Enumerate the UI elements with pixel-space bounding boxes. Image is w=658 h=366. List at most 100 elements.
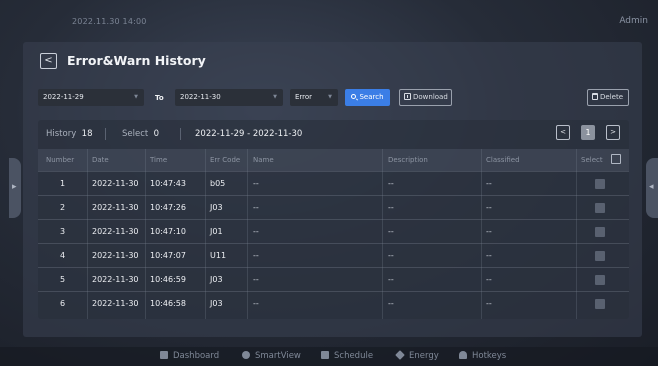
- cell-classified: --: [486, 299, 492, 308]
- next-page-button[interactable]: >: [606, 125, 620, 140]
- row-select-checkbox[interactable]: [595, 251, 605, 261]
- left-drawer-handle[interactable]: ▸: [9, 158, 21, 218]
- schedule-icon: [321, 351, 329, 359]
- col-classified: Classified: [486, 156, 520, 164]
- table-row[interactable]: 1 2022-11-30 10:47:43 b05 -- -- --: [38, 171, 629, 195]
- cell-time: 10:47:10: [150, 227, 186, 236]
- user-name[interactable]: Admin: [619, 16, 648, 26]
- table-row[interactable]: 2 2022-11-30 10:47:26 J03 -- -- --: [38, 195, 629, 219]
- to-date-select[interactable]: 2022-11-30 ▼: [175, 89, 283, 106]
- cell-date: 2022-11-30: [92, 179, 139, 188]
- cell-classified: --: [486, 227, 492, 236]
- chevron-right-icon: ▸: [12, 182, 17, 192]
- cell-classified: --: [486, 251, 492, 260]
- col-err-code: Err Code: [210, 156, 241, 164]
- cell-date: 2022-11-30: [92, 251, 139, 260]
- nav-smartview[interactable]: SmartView: [242, 351, 301, 361]
- download-icon: [404, 93, 411, 100]
- search-button-label: Search: [359, 93, 384, 101]
- table-row[interactable]: 3 2022-11-30 10:47:10 J01 -- -- --: [38, 219, 629, 243]
- cell-classified: --: [486, 275, 492, 284]
- hotkeys-icon: [459, 351, 467, 359]
- cell-description: --: [388, 203, 394, 212]
- nav-hotkeys-label: Hotkeys: [472, 351, 507, 361]
- delete-button-label: Delete: [600, 93, 623, 101]
- cell-name: --: [253, 179, 259, 188]
- col-name: Name: [253, 156, 274, 164]
- top-status-bar: 2022.11.30 14:00 Admin: [0, 0, 658, 40]
- nav-schedule-label: Schedule: [334, 351, 374, 361]
- to-label: To: [155, 94, 164, 102]
- cell-err-code: b05: [210, 179, 226, 188]
- energy-icon: [395, 350, 405, 360]
- cell-err-code: J03: [210, 275, 223, 284]
- select-all-checkbox[interactable]: [611, 154, 621, 164]
- row-select-checkbox[interactable]: [595, 203, 605, 213]
- cell-time: 10:46:59: [150, 275, 186, 284]
- date-range: 2022-11-29 - 2022-11-30: [195, 129, 303, 139]
- caret-down-icon: ▼: [134, 94, 138, 100]
- cell-name: --: [253, 275, 259, 284]
- cell-err-code: J03: [210, 203, 223, 212]
- type-value: Error: [295, 93, 313, 101]
- col-date: Date: [92, 156, 109, 164]
- nav-energy[interactable]: Energy: [395, 350, 439, 361]
- delete-button[interactable]: Delete: [587, 89, 629, 106]
- cell-description: --: [388, 275, 394, 284]
- prev-page-button[interactable]: <: [556, 125, 570, 140]
- history-count: History 18: [46, 129, 92, 139]
- download-button-label: Download: [413, 93, 448, 101]
- cell-description: --: [388, 299, 394, 308]
- chevron-left-icon: ◂: [649, 182, 654, 192]
- cell-date: 2022-11-30: [92, 203, 139, 212]
- nav-dashboard[interactable]: Dashboard: [160, 351, 219, 361]
- search-button[interactable]: Search: [345, 89, 390, 106]
- back-button[interactable]: <: [40, 53, 57, 69]
- summary-bar: History 18 Select 0 2022-11-29 - 2022-11…: [38, 120, 629, 149]
- nav-schedule[interactable]: Schedule: [321, 351, 373, 361]
- right-drawer-handle[interactable]: ◂: [646, 158, 658, 218]
- row-select-checkbox[interactable]: [595, 179, 605, 189]
- col-number: Number: [46, 156, 75, 164]
- nav-smartview-label: SmartView: [255, 351, 301, 361]
- col-time: Time: [150, 156, 168, 164]
- cell-time: 10:47:07: [150, 251, 186, 260]
- cell-err-code: J03: [210, 299, 223, 308]
- cell-classified: --: [486, 179, 492, 188]
- datetime-display: 2022.11.30 14:00: [72, 17, 147, 26]
- cell-name: --: [253, 299, 259, 308]
- cell-number: 5: [60, 275, 66, 284]
- cell-classified: --: [486, 203, 492, 212]
- row-select-checkbox[interactable]: [595, 227, 605, 237]
- history-count-value: 18: [81, 129, 93, 139]
- row-select-checkbox[interactable]: [595, 275, 605, 285]
- page-title: Error&Warn History: [67, 53, 206, 68]
- col-select: Select: [581, 156, 603, 164]
- table-row[interactable]: 6 2022-11-30 10:46:58 J03 -- -- --: [38, 291, 629, 315]
- row-select-checkbox[interactable]: [595, 299, 605, 309]
- cell-time: 10:46:58: [150, 299, 186, 308]
- table-row[interactable]: 5 2022-11-30 10:46:59 J03 -- -- --: [38, 267, 629, 291]
- nav-hotkeys[interactable]: Hotkeys: [459, 351, 506, 361]
- caret-down-icon: ▼: [328, 94, 332, 100]
- cell-name: --: [253, 227, 259, 236]
- cell-name: --: [253, 251, 259, 260]
- cell-number: 6: [60, 299, 66, 308]
- from-date-select[interactable]: 2022-11-29 ▼: [38, 89, 144, 106]
- table-row[interactable]: 4 2022-11-30 10:47:07 U11 -- -- --: [38, 243, 629, 267]
- cell-date: 2022-11-30: [92, 275, 139, 284]
- from-date-value: 2022-11-29: [43, 93, 84, 101]
- cell-number: 1: [60, 179, 66, 188]
- dashboard-icon: [160, 351, 168, 359]
- select-count-value: 0: [153, 129, 160, 139]
- current-page[interactable]: 1: [581, 125, 595, 140]
- cell-err-code: U11: [210, 251, 227, 260]
- nav-dashboard-label: Dashboard: [173, 351, 220, 361]
- cell-description: --: [388, 251, 394, 260]
- history-table-card: History 18 Select 0 2022-11-29 - 2022-11…: [38, 120, 629, 319]
- cell-number: 4: [60, 251, 66, 260]
- type-select[interactable]: Error ▼: [290, 89, 338, 106]
- download-button[interactable]: Download: [399, 89, 452, 106]
- select-count: Select 0: [122, 129, 159, 139]
- divider: [105, 128, 106, 140]
